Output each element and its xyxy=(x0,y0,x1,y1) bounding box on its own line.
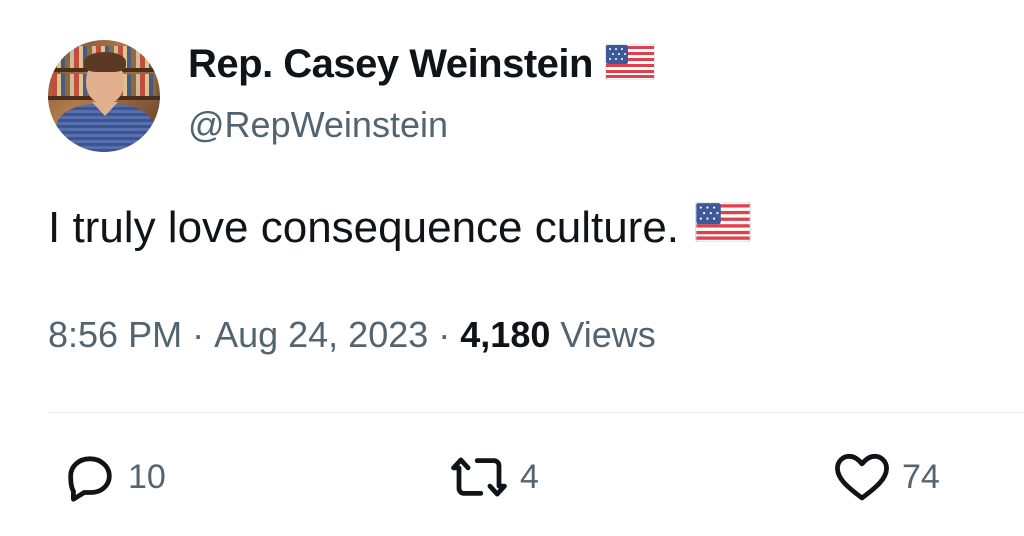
reply-icon xyxy=(62,452,118,502)
tweet-metadata: 8:56 PM · Aug 24, 2023 · 4,180 Views xyxy=(48,314,656,356)
tweet-card: Rep. Casey Weinstein @RepWeinstein I tru… xyxy=(0,0,1024,536)
retweet-button[interactable]: 4 xyxy=(448,452,539,502)
heart-icon xyxy=(832,452,892,502)
us-flag-icon xyxy=(694,201,752,253)
tweet-time[interactable]: 8:56 PM xyxy=(48,314,182,356)
retweet-count: 4 xyxy=(520,457,539,496)
tweet-text: I truly love consequence culture. xyxy=(48,201,752,253)
tweet-date[interactable]: Aug 24, 2023 xyxy=(214,314,428,356)
reply-button[interactable]: 10 xyxy=(62,452,166,502)
us-flag-icon xyxy=(604,43,656,85)
meta-separator: · xyxy=(438,314,451,355)
tweet-text-content: I truly love consequence culture. xyxy=(48,202,680,252)
author-handle[interactable]: @RepWeinstein xyxy=(188,104,448,146)
author-display-name[interactable]: Rep. Casey Weinstein xyxy=(188,42,593,87)
like-button[interactable]: 74 xyxy=(832,452,940,502)
meta-separator: · xyxy=(192,314,205,355)
retweet-icon xyxy=(448,452,510,502)
divider xyxy=(48,412,1024,413)
avatar-hair xyxy=(84,52,126,72)
like-count: 74 xyxy=(902,457,940,496)
views-count[interactable]: 4,180 xyxy=(460,314,550,356)
author-name-row: Rep. Casey Weinstein xyxy=(188,42,656,87)
reply-count: 10 xyxy=(128,457,166,496)
action-bar: 10 4 74 xyxy=(0,452,1024,512)
views-label[interactable]: Views xyxy=(560,314,655,356)
author-avatar[interactable] xyxy=(48,40,160,152)
